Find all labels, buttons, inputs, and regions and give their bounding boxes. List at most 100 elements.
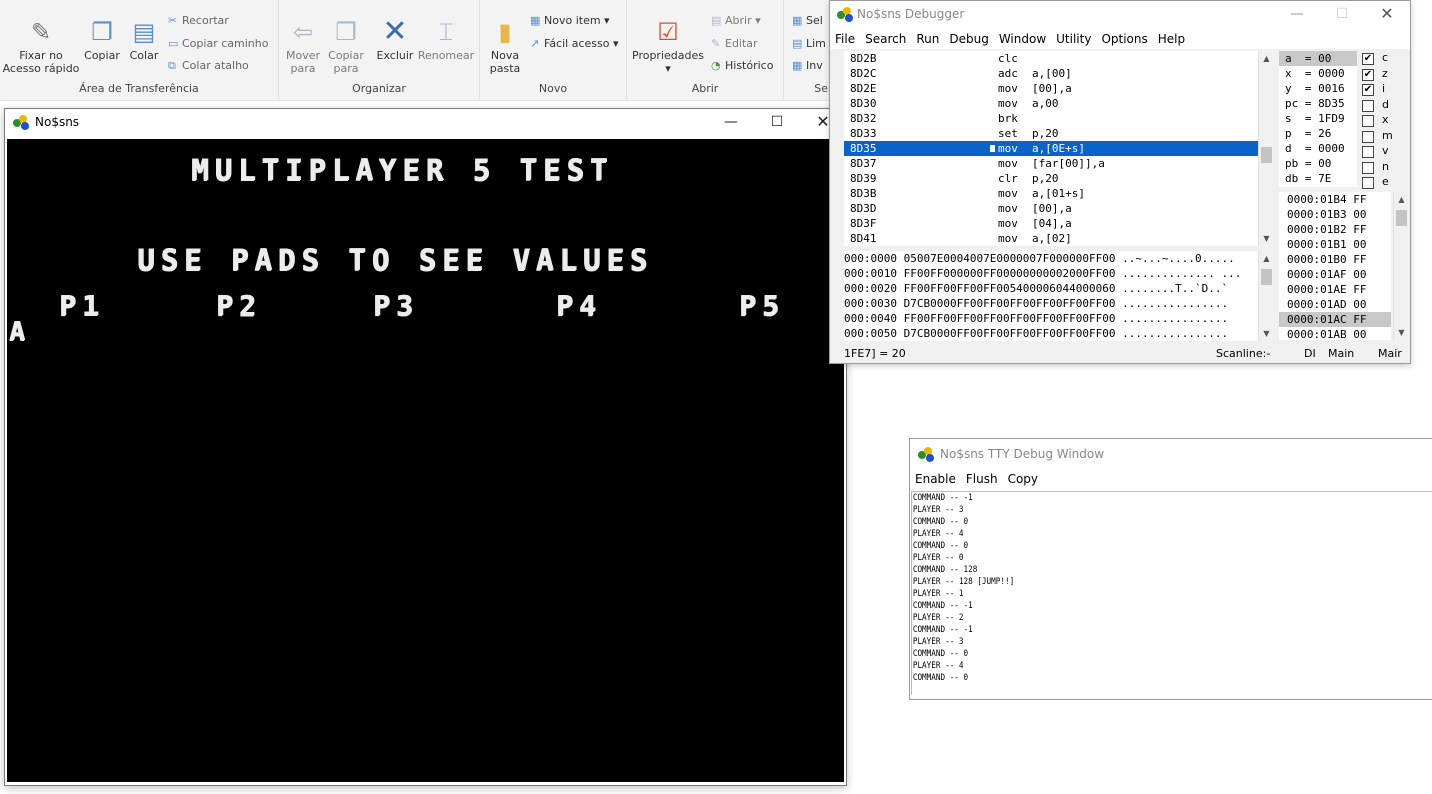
register-row[interactable]: db = 7E: [1279, 171, 1357, 186]
register-row[interactable]: a = 00: [1279, 51, 1357, 66]
stack-row[interactable]: 0000:01AE FF: [1279, 282, 1391, 297]
stack-scroll-down-icon[interactable]: ▼: [1394, 325, 1409, 340]
stack-scroll-up-icon[interactable]: ▲: [1394, 192, 1409, 207]
copy-to-button[interactable]: ❐ Copiar para: [325, 18, 367, 75]
paste-shortcut-button[interactable]: ⧉ Colar atalho: [168, 59, 249, 73]
tty-menu-enable[interactable]: Enable: [910, 469, 961, 489]
stack-scroll-thumb[interactable]: [1396, 210, 1407, 226]
registers-pane[interactable]: a = 00 x = 0000 y = 0016 pc = 8D35 s = 1FD9 p…: [1279, 51, 1357, 187]
properties-button[interactable]: ☑ Propriedades ▾: [631, 18, 705, 75]
register-row[interactable]: s = 1FD9: [1279, 111, 1357, 126]
hex-scroll-thumb[interactable]: [1261, 269, 1272, 285]
register-row[interactable]: d = 0000: [1279, 141, 1357, 156]
disasm-line[interactable]: 8D2C adc a,[00]: [844, 66, 1258, 81]
hex-scroll-down-icon[interactable]: ▼: [1259, 326, 1274, 341]
copy-button[interactable]: ❐ Copiar: [84, 18, 120, 62]
disasm-line[interactable]: 8D32 brk: [844, 111, 1258, 126]
emulator-screen[interactable]: MULTIPLAYER 5 TEST USE PADS TO SEE VALUE…: [7, 139, 844, 782]
flag-checkbox[interactable]: [1362, 177, 1374, 189]
hexdump-row[interactable]: 000:0000 05007E0004007E0000007F000000FF0…: [844, 251, 1258, 266]
disasm-line[interactable]: 8D30 mov a,00: [844, 96, 1258, 111]
scroll-down-arrow-icon[interactable]: ▼: [1259, 231, 1274, 246]
flag-checkbox[interactable]: [1362, 115, 1374, 127]
disasm-line[interactable]: 8D39 clr p,20: [844, 171, 1258, 186]
tty-menu-flush[interactable]: Flush: [961, 469, 1003, 489]
hexdump-row[interactable]: 000:0010 FF00FF000000FF00000000002000FF0…: [844, 266, 1258, 281]
hexdump-row[interactable]: 000:0020 FF00FF00FF00FF00540000604400006…: [844, 281, 1258, 296]
flag-checkbox[interactable]: ✔: [1362, 53, 1374, 65]
register-row[interactable]: pb = 00: [1279, 156, 1357, 171]
stack-row[interactable]: 0000:01AF 00: [1279, 267, 1391, 282]
delete-button[interactable]: ✕ Excluir: [375, 17, 415, 63]
maximize-button[interactable]: ☐: [754, 109, 800, 137]
move-to-button[interactable]: ⇦ Mover para: [283, 18, 323, 75]
hexdump-row[interactable]: 000:0040 FF00FF00FF00FF00FF00FF00FF00FF0…: [844, 311, 1258, 326]
copy-path-button[interactable]: ▭ Copiar caminho: [168, 37, 268, 50]
debugger-minimize-button[interactable]: —: [1274, 1, 1320, 29]
register-row[interactable]: pc = 8D35: [1279, 96, 1357, 111]
open-button[interactable]: ▤ Abrir ▾: [711, 14, 761, 27]
stack-row[interactable]: 0000:01AD 00: [1279, 297, 1391, 312]
debugger-maximize-button[interactable]: ☐: [1319, 1, 1365, 29]
register-row[interactable]: y = 0016: [1279, 81, 1357, 96]
stack-row[interactable]: 0000:01B0 FF: [1279, 252, 1391, 267]
flag-checkbox[interactable]: [1362, 161, 1374, 174]
new-item-button[interactable]: ▦ Novo item ▾: [530, 14, 610, 27]
select-none-button[interactable]: ▤ Lim: [792, 37, 826, 50]
pin-quick-access-button[interactable]: ✎ Fixar no Acesso rápido: [2, 18, 80, 75]
emulator-titlebar[interactable]: No$sns — ☐ ✕: [5, 109, 846, 137]
tty-output[interactable]: COMMAND -- -1 PLAYER -- 3 COMMAND -- 0 PLAY…: [911, 491, 1432, 695]
rename-button[interactable]: ⌶ Renomear: [417, 18, 475, 62]
disasm-line[interactable]: 8D41 mov a,[02]: [844, 231, 1258, 246]
menu-options[interactable]: Options: [1096, 29, 1152, 49]
disassembly-pane[interactable]: 8D2B clc 8D2C adc a,[00] 8D2E mov [00],a 8D30 mov…: [844, 51, 1258, 246]
flag-checkbox[interactable]: ✔: [1362, 84, 1374, 96]
paste-button[interactable]: ▤ Colar: [126, 18, 162, 62]
tty-titlebar[interactable]: No$sns TTY Debug Window: [910, 441, 1432, 469]
disasm-line[interactable]: 8D37 mov [far[00]],a: [844, 156, 1258, 171]
disasm-line[interactable]: 8D3B mov a,[01+s]: [844, 186, 1258, 201]
menu-window[interactable]: Window: [994, 29, 1051, 49]
scroll-up-arrow-icon[interactable]: ▲: [1259, 51, 1274, 66]
stack-row[interactable]: 0000:01B1 00: [1279, 237, 1391, 252]
hex-scroll-up-icon[interactable]: ▲: [1259, 251, 1274, 266]
hexdump-scrollbar[interactable]: ▲ ▼: [1258, 251, 1274, 341]
stack-scrollbar[interactable]: ▲ ▼: [1393, 192, 1409, 340]
tty-menu-copy[interactable]: Copy: [1003, 469, 1043, 489]
disasm-line[interactable]: 8D2E mov [00],a: [844, 81, 1258, 96]
invert-selection-button[interactable]: ▦ Inv: [792, 59, 823, 72]
hexdump-pane[interactable]: 000:0000 05007E0004007E0000007F000000FF0…: [844, 251, 1258, 341]
disasm-line[interactable]: 8D33 set p,20: [844, 126, 1258, 141]
menu-search[interactable]: Search: [860, 29, 911, 49]
menu-help[interactable]: Help: [1153, 29, 1190, 49]
easy-access-button[interactable]: ↗ Fácil acesso ▾: [530, 37, 619, 50]
disassembly-scrollbar[interactable]: ▲ ▼: [1258, 51, 1274, 246]
select-all-button[interactable]: ▦ Sel: [792, 14, 823, 27]
scroll-thumb[interactable]: [1261, 147, 1272, 163]
new-folder-button[interactable]: ▮ Nova pasta: [486, 18, 524, 75]
disasm-line[interactable]: 8D3F mov [04],a: [844, 216, 1258, 231]
hexdump-row[interactable]: 000:0050 D7CB0000FF00FF00FF00FF00FF00FF0…: [844, 326, 1258, 341]
stack-pane[interactable]: 0000:01B4 FF 0000:01B3 00 0000:01B2 FF 0000…: [1279, 192, 1391, 340]
stack-row[interactable]: 0000:01AC FF: [1279, 312, 1391, 327]
minimize-button[interactable]: —: [708, 109, 754, 137]
stack-row[interactable]: 0000:01B2 FF: [1279, 222, 1391, 237]
debugger-titlebar[interactable]: No$sns Debugger — ☐ ✕: [830, 1, 1410, 29]
menu-debug[interactable]: Debug: [944, 29, 993, 49]
cut-button[interactable]: ✂ Recortar: [168, 14, 229, 27]
flag-checkbox[interactable]: ✔: [1362, 68, 1374, 81]
register-row[interactable]: p = 26: [1279, 126, 1357, 141]
hexdump-row[interactable]: 000:0030 D7CB0000FF00FF00FF00FF00FF00FF0…: [844, 296, 1258, 311]
stack-row[interactable]: 0000:01B3 00: [1279, 207, 1391, 222]
menu-utility[interactable]: Utility: [1051, 29, 1096, 49]
flag-checkbox[interactable]: [1362, 146, 1374, 158]
menu-file[interactable]: File: [830, 29, 860, 49]
disasm-line[interactable]: 8D2B clc: [844, 51, 1258, 66]
disasm-line[interactable]: 8D3D mov [00],a: [844, 201, 1258, 216]
debugger-close-button[interactable]: ✕: [1364, 1, 1410, 29]
flag-checkbox[interactable]: [1362, 130, 1374, 143]
stack-row[interactable]: 0000:01AB 00: [1279, 327, 1391, 340]
menu-run[interactable]: Run: [911, 29, 944, 49]
flag-checkbox[interactable]: [1362, 99, 1374, 112]
edit-button[interactable]: ✎ Editar: [711, 37, 758, 50]
